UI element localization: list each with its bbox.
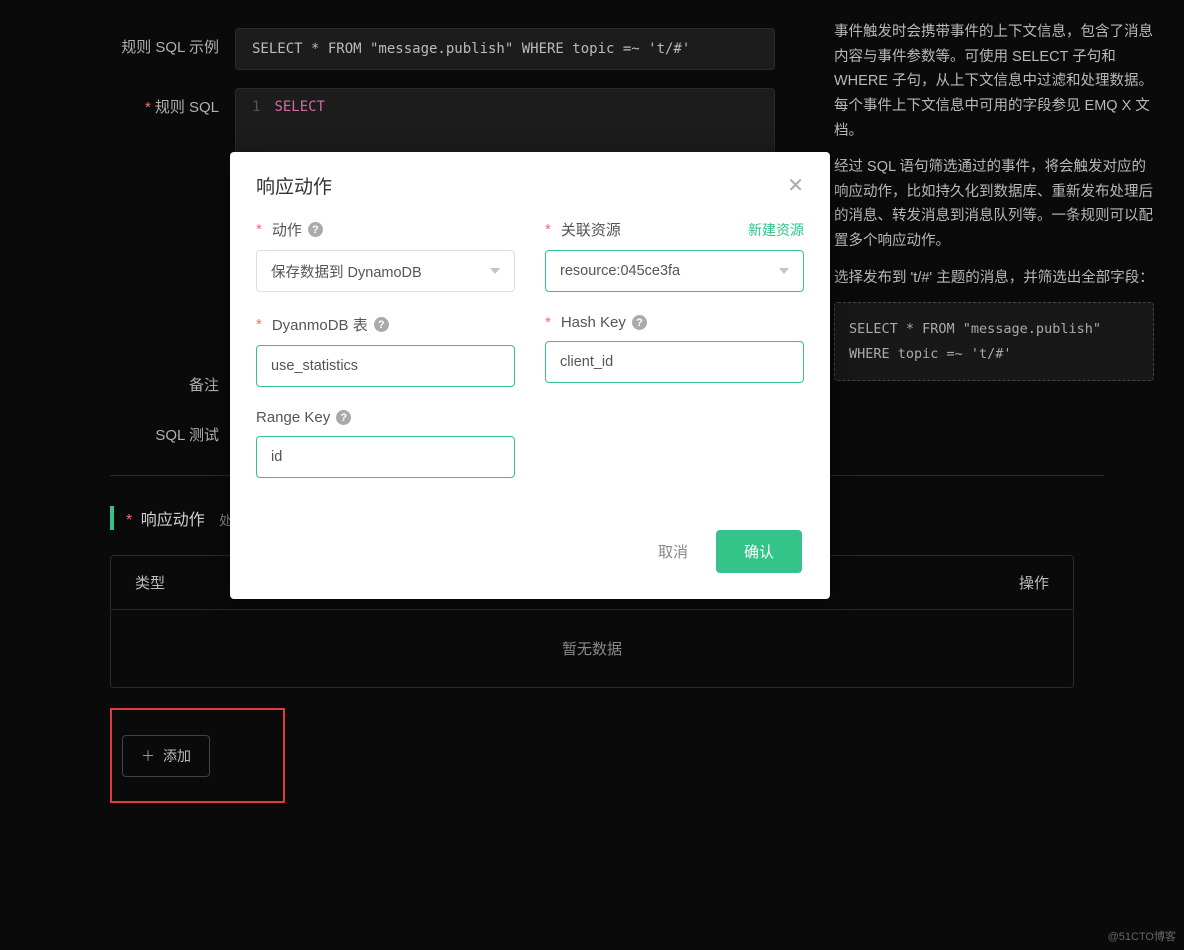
rule-sql-label: *规则 SQL	[30, 88, 235, 117]
range-input[interactable]: id	[256, 436, 515, 478]
resource-label: * 关联资源	[545, 219, 621, 240]
help-icon[interactable]: ?	[374, 317, 389, 332]
sql-test-label: SQL 测试	[30, 424, 235, 445]
plus-icon: ＋	[141, 748, 155, 764]
help-icon[interactable]: ?	[336, 410, 351, 425]
chevron-down-icon	[779, 268, 789, 274]
range-label: Range Key ?	[256, 409, 515, 426]
add-button[interactable]: ＋添加	[122, 735, 210, 777]
watermark: @51CTO博客	[1108, 928, 1176, 944]
action-label: * 动作 ?	[256, 219, 515, 240]
modal-title: 响应动作	[256, 172, 332, 199]
resource-select[interactable]: resource:045ce3fa	[545, 250, 804, 292]
th-op: 操作	[909, 572, 1049, 593]
cancel-button[interactable]: 取消	[650, 531, 696, 572]
line-number: 1	[252, 99, 260, 115]
help-paragraph-2: 经过 SQL 语句筛选通过的事件，将会触发对应的响应动作，比如持久化到数据库、重…	[834, 155, 1154, 254]
hash-label: * Hash Key ?	[545, 314, 804, 331]
new-resource-link[interactable]: 新建资源	[748, 220, 804, 240]
table-label: * DyanmoDB 表 ?	[256, 314, 515, 335]
response-section-title: 响应动作	[141, 512, 205, 529]
confirm-button[interactable]: 确认	[716, 530, 802, 573]
action-select[interactable]: 保存数据到 DynamoDB	[256, 250, 515, 292]
help-paragraph-1: 事件触发时会携带事件的上下文信息，包含了消息内容与事件参数等。可使用 SELEC…	[834, 20, 1154, 143]
hash-input[interactable]: client_id	[545, 341, 804, 383]
chevron-down-icon	[490, 268, 500, 274]
no-data-message: 暂无数据	[111, 610, 1073, 687]
table-input[interactable]: use_statistics	[256, 345, 515, 387]
help-code-block: SELECT * FROM "message.publish" WHERE to…	[834, 302, 1154, 381]
help-icon[interactable]: ?	[308, 222, 323, 237]
note-label: 备注	[30, 366, 235, 395]
help-icon[interactable]: ?	[632, 315, 647, 330]
sql-example-label: 规则 SQL 示例	[30, 28, 235, 57]
sql-example-code: SELECT * FROM "message.publish" WHERE to…	[235, 28, 775, 70]
sql-keyword: SELECT	[274, 99, 325, 115]
help-paragraph-3: 选择发布到 't/#' 主题的消息，并筛选出全部字段：	[834, 266, 1154, 291]
close-icon[interactable]: ✕	[787, 173, 804, 198]
response-action-modal: 响应动作 ✕ * 动作 ? 保存数据到 DynamoDB	[230, 152, 830, 599]
